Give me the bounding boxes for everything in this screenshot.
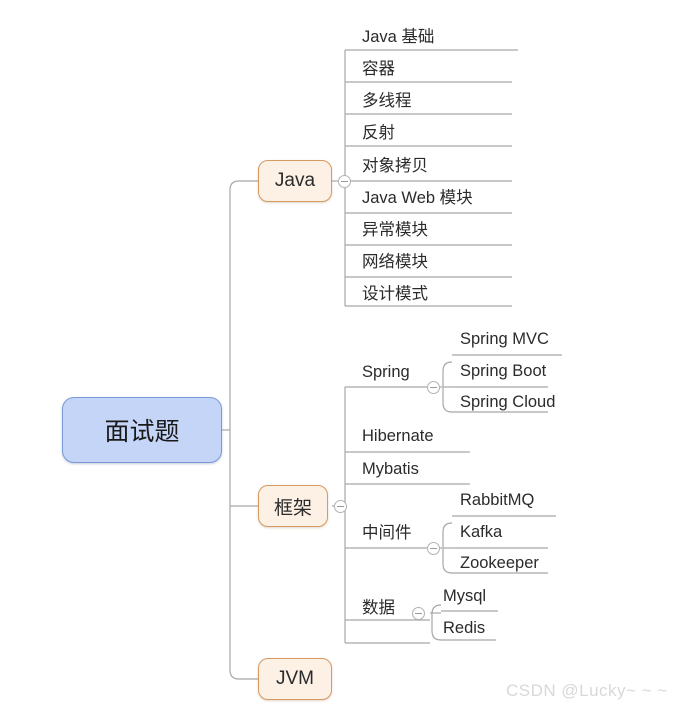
leaf-zookeeper[interactable]: Zookeeper — [460, 553, 539, 573]
leaf-spring-boot[interactable]: Spring Boot — [460, 361, 546, 381]
leaf-mybatis[interactable]: Mybatis — [362, 459, 419, 479]
collapse-toggle-middleware[interactable] — [427, 542, 440, 555]
leaf-container[interactable]: 容器 — [362, 59, 395, 79]
collapse-toggle-java[interactable] — [338, 175, 351, 188]
leaf-hibernate[interactable]: Hibernate — [362, 426, 434, 446]
branch-node-java-label: Java — [274, 170, 316, 191]
leaf-object-copy[interactable]: 对象拷贝 — [362, 156, 428, 176]
watermark: CSDN @Lucky~ ~ ~ — [506, 681, 668, 700]
collapse-toggle-data[interactable] — [412, 607, 425, 620]
branch-node-framework[interactable]: 框架 — [258, 485, 328, 527]
leaf-multithreading[interactable]: 多线程 — [362, 91, 412, 111]
collapse-toggle-spring[interactable] — [427, 381, 440, 394]
connector-lines — [222, 49, 562, 680]
leaf-reflection[interactable]: 反射 — [362, 123, 395, 143]
leaf-data[interactable]: 数据 — [362, 598, 395, 618]
leaf-network-module[interactable]: 网络模块 — [362, 252, 428, 272]
branch-node-jvm[interactable]: JVM — [258, 658, 332, 700]
leaf-mysql[interactable]: Mysql — [443, 586, 486, 606]
leaf-kafka[interactable]: Kafka — [460, 522, 502, 542]
branch-node-jvm-label: JVM — [276, 668, 314, 689]
leaf-java-basics[interactable]: Java 基础 — [362, 27, 434, 47]
leaf-spring-mvc[interactable]: Spring MVC — [460, 329, 549, 349]
branch-node-framework-label: 框架 — [273, 497, 312, 519]
root-node-label: 面试题 — [104, 418, 180, 446]
branch-node-java[interactable]: Java — [258, 160, 332, 202]
leaf-spring[interactable]: Spring — [362, 362, 410, 382]
root-node[interactable]: 面试题 — [62, 397, 222, 463]
leaf-design-patterns[interactable]: 设计模式 — [362, 284, 428, 304]
leaf-redis[interactable]: Redis — [443, 618, 485, 638]
leaf-java-web-module[interactable]: Java Web 模块 — [362, 188, 473, 208]
leaf-exception-module[interactable]: 异常模块 — [362, 220, 428, 240]
leaf-middleware[interactable]: 中间件 — [362, 523, 412, 543]
collapse-toggle-framework[interactable] — [334, 500, 347, 513]
leaf-spring-cloud[interactable]: Spring Cloud — [460, 392, 555, 412]
mindmap-canvas: 面试题 Java Java 基础 容器 多线程 反射 对象拷贝 Java Web… — [0, 0, 694, 715]
leaf-rabbitmq[interactable]: RabbitMQ — [460, 490, 534, 510]
